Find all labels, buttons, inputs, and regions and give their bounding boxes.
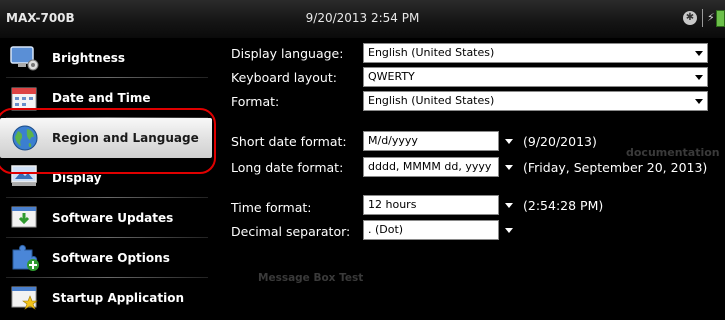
keyboard-layout-label: Keyboard layout:	[231, 70, 337, 85]
sidebar-item-label: Date and Time	[52, 91, 151, 105]
long-date-example: (Friday, September 20, 2013)	[523, 160, 708, 175]
calendar-icon	[10, 84, 40, 112]
long-date-format-dropdown[interactable]: dddd, MMMM dd, yyyy	[363, 157, 517, 177]
settings-sidebar: Brightness Date and Time Region and Lang…	[0, 38, 222, 320]
format-dropdown[interactable]: English (United States)	[363, 91, 708, 111]
display-language-dropdown[interactable]: English (United States)	[363, 43, 708, 63]
chevron-down-icon	[505, 139, 513, 144]
power-plug-icon: ⚡	[707, 11, 715, 24]
sidebar-item-label: Region and Language	[52, 131, 199, 145]
sidebar-item-software-options[interactable]: Software Options	[0, 238, 212, 278]
time-format-label: Time format:	[231, 200, 312, 215]
long-date-format-value: dddd, MMMM dd, yyyy	[363, 157, 499, 177]
background-label: Message Box Test	[258, 272, 364, 284]
sidebar-item-software-updates[interactable]: Software Updates	[0, 198, 212, 238]
display-language-value: English (United States)	[368, 46, 495, 59]
chevron-down-icon	[505, 165, 513, 170]
title-bar: MAX-700B 9/20/2013 2:54 PM ✱ ⚡	[0, 0, 725, 39]
software-update-icon	[10, 204, 40, 232]
chevron-down-icon	[695, 99, 703, 104]
decimal-separator-value: . (Dot)	[363, 220, 499, 240]
format-label: Format:	[231, 94, 280, 109]
divider	[702, 9, 703, 27]
keyboard-layout-value: QWERTY	[368, 70, 415, 83]
background-label: documentation	[626, 146, 720, 159]
chevron-down-icon	[505, 228, 513, 233]
short-date-format-value: M/d/yyyy	[363, 131, 499, 151]
sidebar-item-label: Brightness	[52, 51, 126, 65]
brightness-icon	[10, 44, 40, 72]
sidebar-item-region-and-language[interactable]: Region and Language	[0, 118, 212, 158]
decimal-separator-dropdown[interactable]: . (Dot)	[363, 220, 517, 240]
time-format-dropdown[interactable]: 12 hours	[363, 195, 517, 215]
sidebar-item-date-and-time[interactable]: Date and Time	[0, 78, 212, 118]
chevron-down-icon	[505, 203, 513, 208]
battery-icon[interactable]	[716, 10, 725, 27]
short-date-example: (9/20/2013)	[523, 134, 597, 149]
sidebar-item-label: Software Options	[52, 251, 170, 265]
region-language-settings: documentation Message Box Test Display l…	[222, 38, 725, 320]
startup-star-icon	[10, 284, 40, 312]
globe-icon	[10, 124, 40, 152]
short-date-format-label: Short date format:	[231, 134, 347, 149]
format-value: English (United States)	[368, 94, 495, 107]
display-language-label: Display language:	[231, 46, 344, 61]
time-format-value: 12 hours	[363, 195, 499, 215]
chevron-down-icon	[695, 51, 703, 56]
chevron-down-icon	[695, 75, 703, 80]
sidebar-item-label: Software Updates	[52, 211, 174, 225]
long-date-format-label: Long date format:	[231, 160, 344, 175]
sidebar-item-brightness[interactable]: Brightness	[0, 38, 212, 78]
short-date-format-dropdown[interactable]: M/d/yyyy	[363, 131, 517, 151]
sidebar-item-label: Display	[52, 171, 102, 185]
bluetooth-icon[interactable]: ✱	[683, 11, 697, 25]
sidebar-item-label: Startup Application	[52, 291, 184, 305]
display-icon	[10, 164, 40, 192]
puzzle-icon	[10, 244, 40, 272]
sidebar-item-startup-application[interactable]: Startup Application	[0, 278, 212, 318]
time-format-example: (2:54:28 PM)	[523, 198, 604, 213]
decimal-separator-label: Decimal separator:	[231, 224, 351, 239]
keyboard-layout-dropdown[interactable]: QWERTY	[363, 67, 708, 87]
clock: 9/20/2013 2:54 PM	[305, 11, 420, 25]
sidebar-item-display[interactable]: Display	[0, 158, 212, 198]
